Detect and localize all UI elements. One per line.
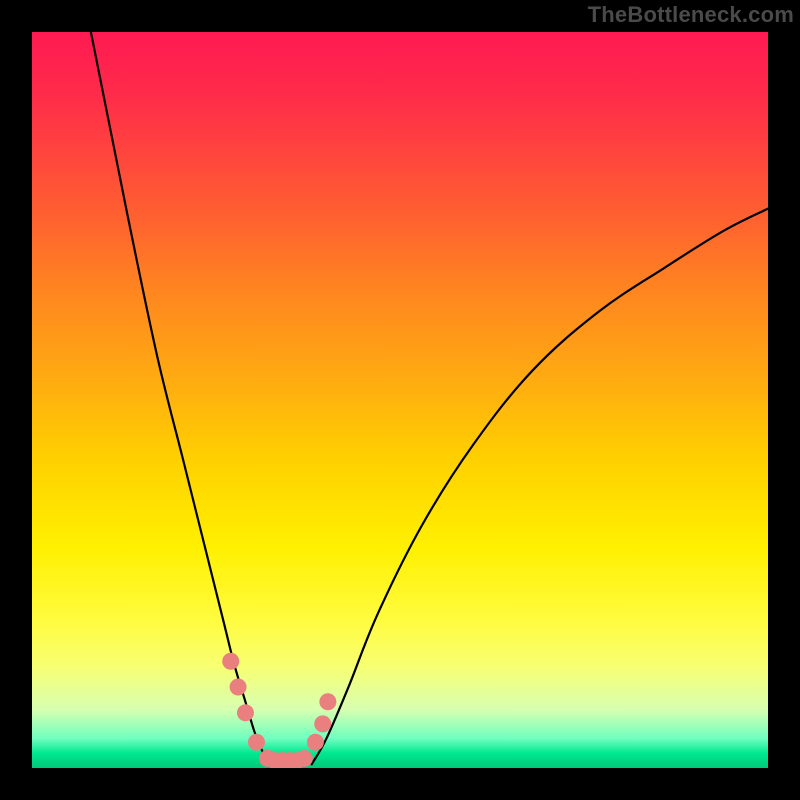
- plot-area: [32, 32, 768, 768]
- chart-frame: TheBottleneck.com: [0, 0, 800, 800]
- range-marker: [237, 704, 254, 721]
- curve-right-branch: [312, 209, 768, 765]
- curve-left-branch: [91, 32, 268, 764]
- range-marker: [248, 734, 265, 751]
- range-marker: [314, 715, 331, 732]
- range-marker: [319, 693, 336, 710]
- range-marker: [230, 679, 247, 696]
- range-marker: [222, 653, 239, 670]
- curves-layer: [32, 32, 768, 768]
- watermark-text: TheBottleneck.com: [588, 2, 794, 28]
- range-marker: [296, 750, 313, 767]
- range-marker: [307, 734, 324, 751]
